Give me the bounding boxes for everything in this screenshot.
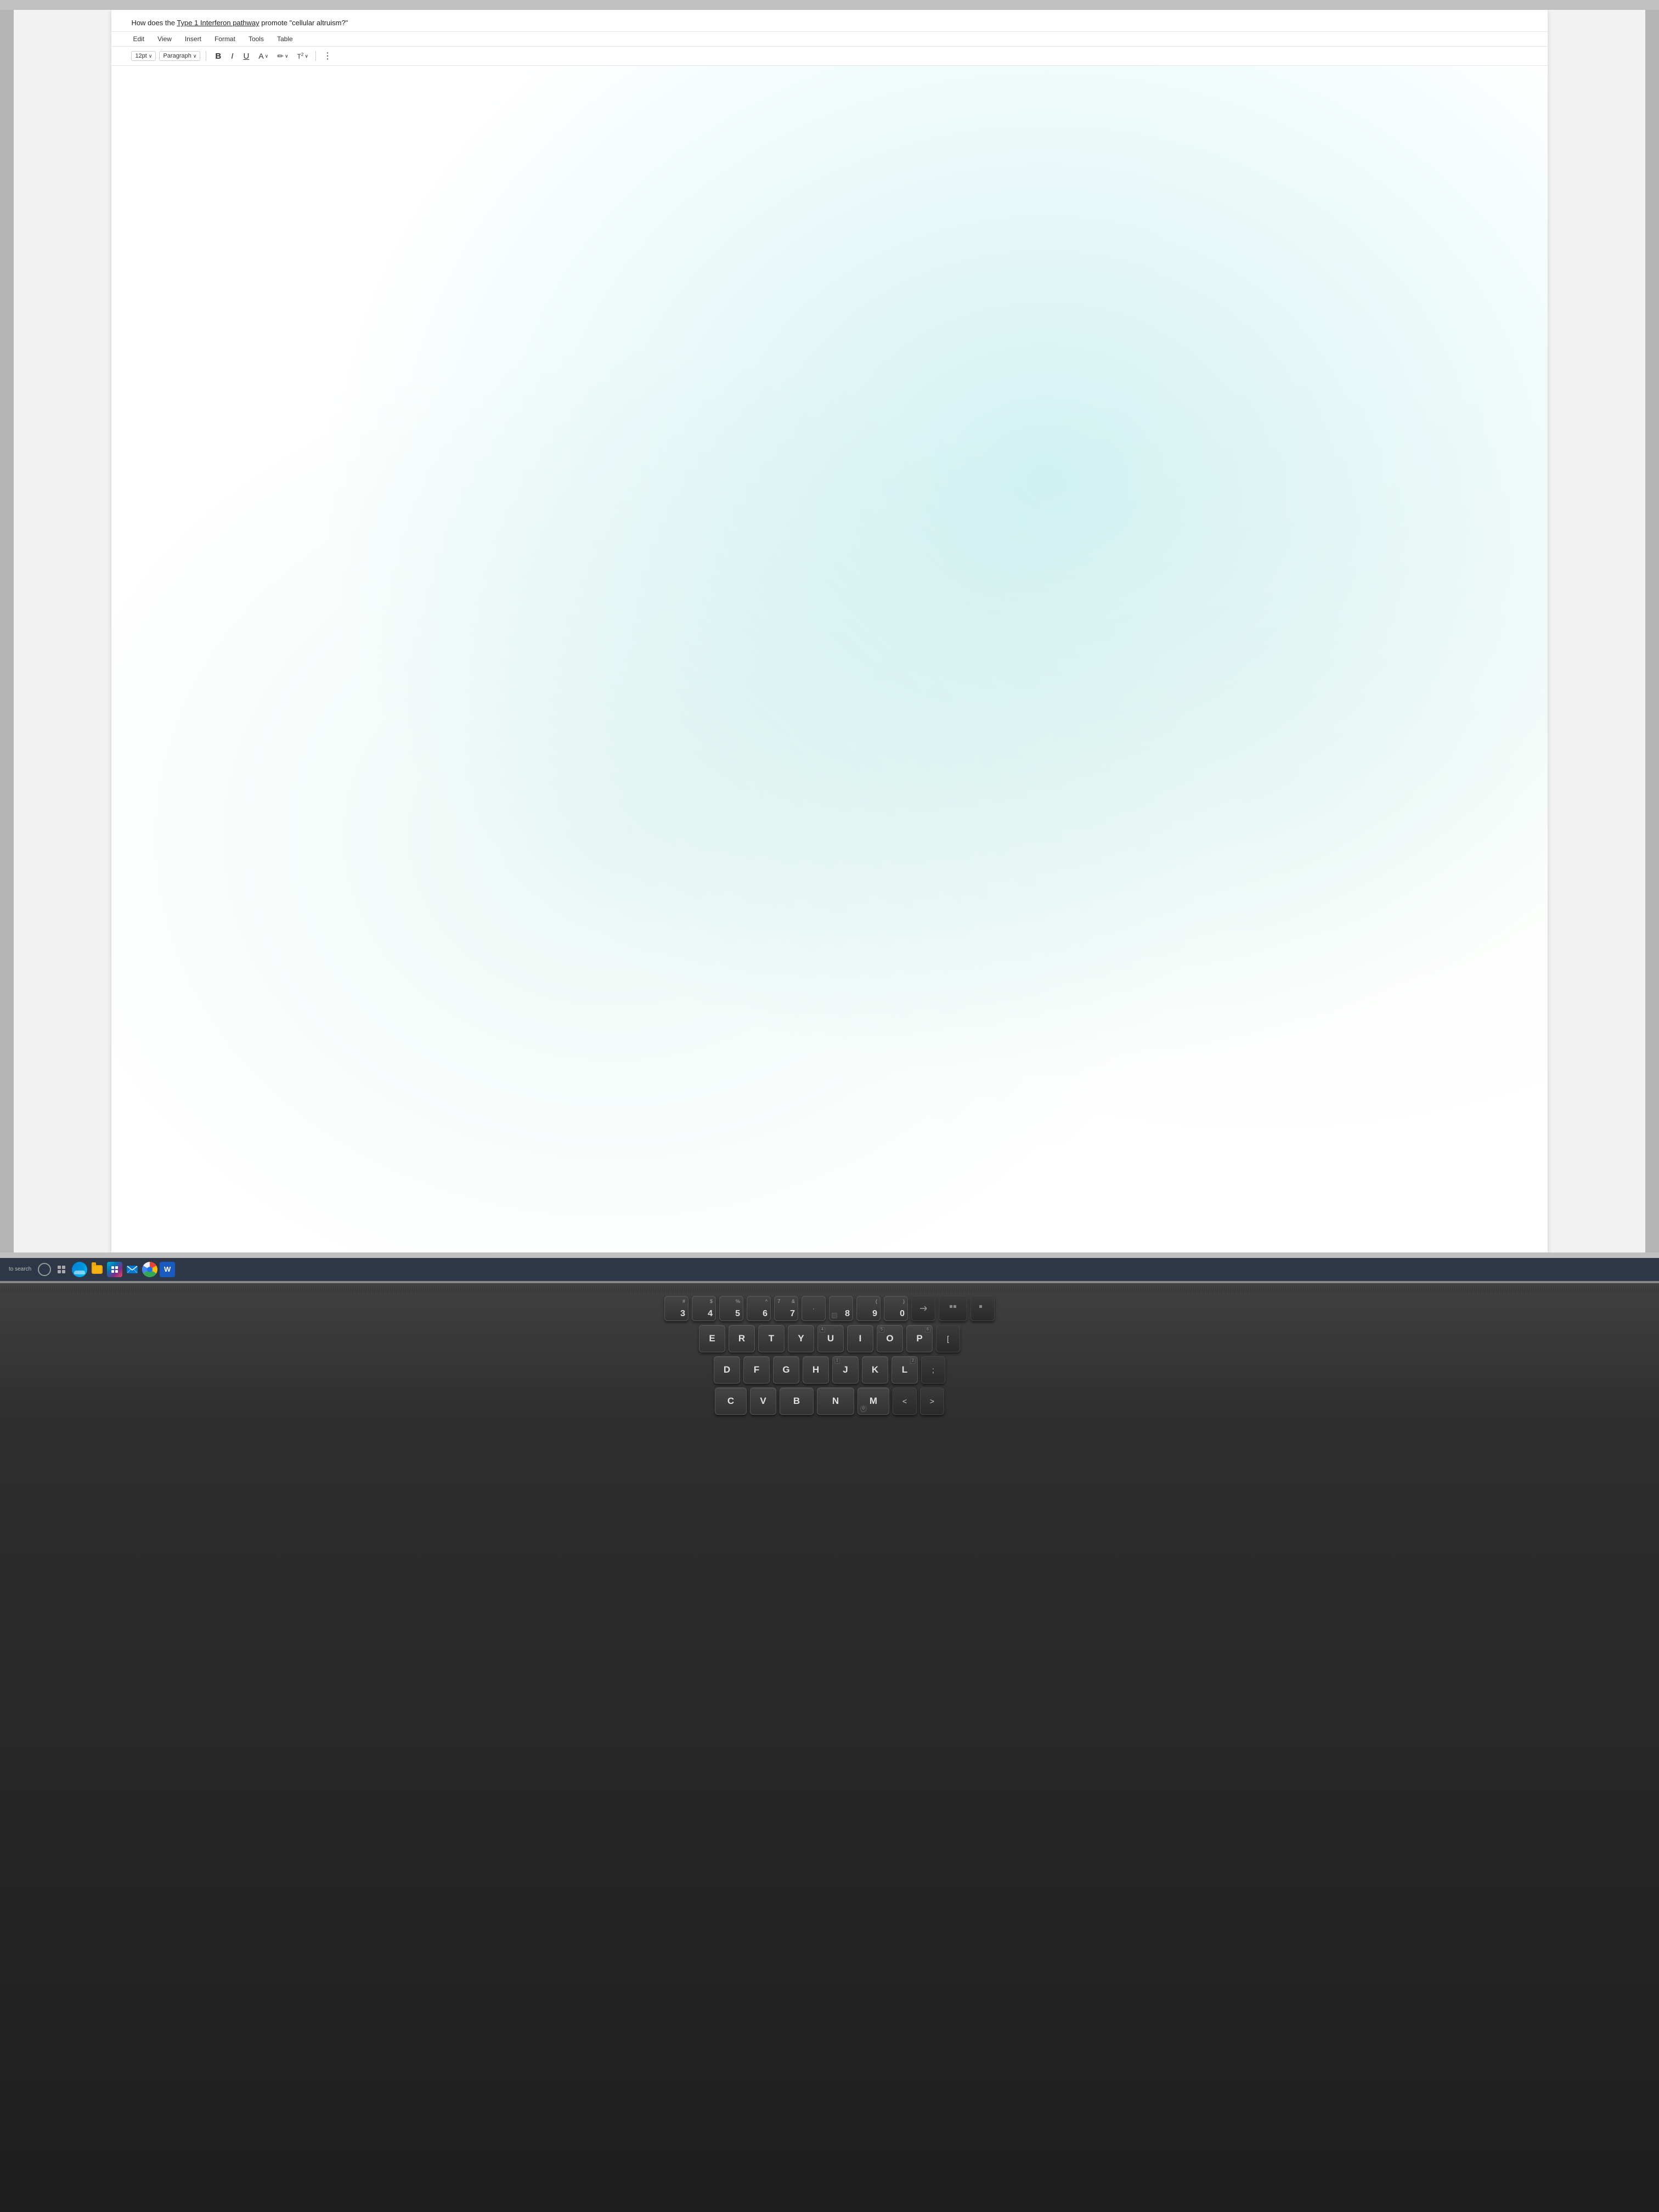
key-T[interactable]: T: [758, 1325, 785, 1352]
taskbar: to search: [0, 1258, 1659, 1281]
title-underlined: Type 1 Interferon pathway: [177, 19, 259, 27]
key-bracket-open[interactable]: [: [936, 1325, 960, 1352]
keyboard-area: # 3 $ 4 % 5 ^ 6: [0, 1283, 1659, 2212]
key-N[interactable]: N: [817, 1387, 854, 1415]
key-V[interactable]: V: [750, 1387, 776, 1415]
menu-edit[interactable]: Edit: [131, 35, 146, 43]
key-L[interactable]: L 2: [891, 1356, 918, 1384]
key-J[interactable]: J 1: [832, 1356, 859, 1384]
key-O[interactable]: O 5: [877, 1325, 903, 1352]
key-5[interactable]: % 5: [719, 1296, 743, 1321]
key-9[interactable]: ( 9: [856, 1296, 881, 1321]
key-semicolon[interactable]: ;: [921, 1356, 945, 1384]
key-0[interactable]: ) 0: [884, 1296, 908, 1321]
underline-button[interactable]: U: [240, 50, 252, 62]
font-color-button[interactable]: A∨: [256, 50, 271, 61]
key-U[interactable]: U 4: [817, 1325, 844, 1352]
word-label: W: [164, 1265, 171, 1273]
key-7[interactable]: & 7 7: [774, 1296, 798, 1321]
qwerty-row1: E R T Y U 4 I O 5 P 6 [: [76, 1325, 1582, 1352]
fn-keys-right: [911, 1296, 995, 1321]
doc-title: How does the Type 1 Interferon pathway p…: [111, 10, 1547, 32]
key-fn-r2[interactable]: [939, 1296, 967, 1321]
highlight-button[interactable]: ✏∨: [274, 50, 291, 62]
more-options-button[interactable]: ⋮: [320, 49, 335, 63]
taskbar-search-area: to search: [9, 1266, 31, 1272]
key-6[interactable]: ^ 6: [747, 1296, 771, 1321]
key-H[interactable]: H: [803, 1356, 829, 1384]
word-icon[interactable]: W: [160, 1262, 175, 1277]
font-size-select[interactable]: 12pt ∨: [131, 51, 156, 61]
key-Y[interactable]: Y: [788, 1325, 814, 1352]
doc-body[interactable]: [111, 66, 1547, 1252]
search-label: to search: [9, 1266, 31, 1272]
key-G[interactable]: G: [773, 1356, 799, 1384]
menu-tools[interactable]: Tools: [247, 35, 266, 43]
menu-table[interactable]: Table: [275, 35, 295, 43]
key-4[interactable]: $ 4: [692, 1296, 716, 1321]
key-dot[interactable]: ·: [802, 1296, 826, 1321]
menu-insert[interactable]: Insert: [183, 35, 203, 43]
taskview-button[interactable]: [54, 1262, 69, 1277]
superscript-button[interactable]: T2∨: [295, 51, 311, 61]
key-F[interactable]: F: [743, 1356, 770, 1384]
mail-icon[interactable]: [125, 1262, 140, 1277]
menu-view[interactable]: View: [156, 35, 173, 43]
home-row: D F G H J 1 K L 2 ;: [76, 1356, 1582, 1384]
keyboard: # 3 $ 4 % 5 ^ 6: [76, 1296, 1582, 1415]
bottom-row: C V B N M 0 < >: [76, 1387, 1582, 1415]
key-E[interactable]: E: [699, 1325, 725, 1352]
folder-icon[interactable]: [89, 1262, 105, 1277]
chrome-icon[interactable]: [142, 1262, 157, 1277]
bold-button[interactable]: B: [212, 50, 224, 62]
key-comma[interactable]: <: [893, 1387, 917, 1415]
key-fn-row: # 3 $ 4 % 5 ^ 6: [664, 1296, 908, 1321]
number-row: # 3 $ 4 % 5 ^ 6: [76, 1296, 1582, 1321]
toolbar: 12pt ∨ Paragraph ∨ B I U A∨: [111, 47, 1547, 66]
key-8[interactable]: 8: [829, 1296, 853, 1321]
store-icon[interactable]: [107, 1262, 122, 1277]
key-P[interactable]: P 6: [906, 1325, 933, 1352]
menu-format[interactable]: Format: [213, 35, 237, 43]
key-K[interactable]: K: [862, 1356, 888, 1384]
key-3[interactable]: # 3: [664, 1296, 689, 1321]
menu-bar: Edit View Insert Format Tools Table: [111, 32, 1547, 47]
paragraph-select[interactable]: Paragraph ∨: [159, 51, 200, 61]
key-M[interactable]: M 0: [857, 1387, 889, 1415]
key-D[interactable]: D: [714, 1356, 740, 1384]
key-B[interactable]: B: [780, 1387, 814, 1415]
edge-icon[interactable]: [72, 1262, 87, 1277]
key-I[interactable]: I: [847, 1325, 873, 1352]
italic-button[interactable]: I: [228, 50, 236, 62]
search-button[interactable]: [38, 1263, 51, 1276]
key-R[interactable]: R: [729, 1325, 755, 1352]
key-period[interactable]: >: [920, 1387, 944, 1415]
key-C[interactable]: C: [715, 1387, 747, 1415]
key-fn-r1[interactable]: [911, 1296, 935, 1321]
key-fn-r3[interactable]: [970, 1296, 995, 1321]
